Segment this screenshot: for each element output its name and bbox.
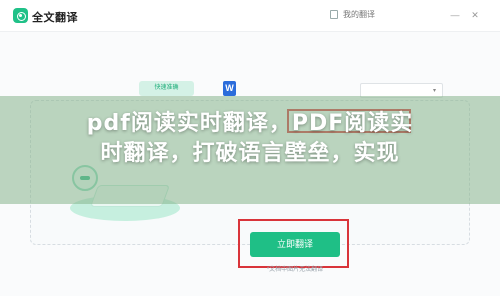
overlay-title-line-1: pdf阅读实时翻译，PDF阅读实 [86, 111, 414, 136]
translation-mode-button[interactable]: 快速准确 [139, 81, 194, 96]
overlay-title: pdf阅读实时翻译，PDF阅读实 时翻译，打破语言壁垒，实现 [0, 109, 500, 169]
my-translations-label: 我的翻译 [343, 10, 375, 19]
app-logo-icon [13, 8, 28, 23]
close-icon[interactable]: ✕ [470, 10, 480, 20]
overlay-title-line-2: 时翻译，打破语言壁垒，实现 [100, 141, 400, 166]
translate-now-button[interactable]: 立即翻译 [250, 232, 340, 257]
image-translation-note: *文档中图片无法翻译 [266, 267, 324, 273]
my-translations-link[interactable]: 我的翻译 [330, 9, 375, 20]
word-file-icon: W [223, 81, 236, 96]
chevron-down-icon: ▾ [432, 88, 436, 94]
window-controls: — ✕ [440, 10, 480, 20]
minimize-icon[interactable]: — [450, 10, 460, 20]
app-title: 全文翻译 [32, 12, 78, 24]
document-icon [330, 10, 338, 19]
top-bar: 全文翻译 我的翻译 — ✕ [0, 0, 500, 32]
